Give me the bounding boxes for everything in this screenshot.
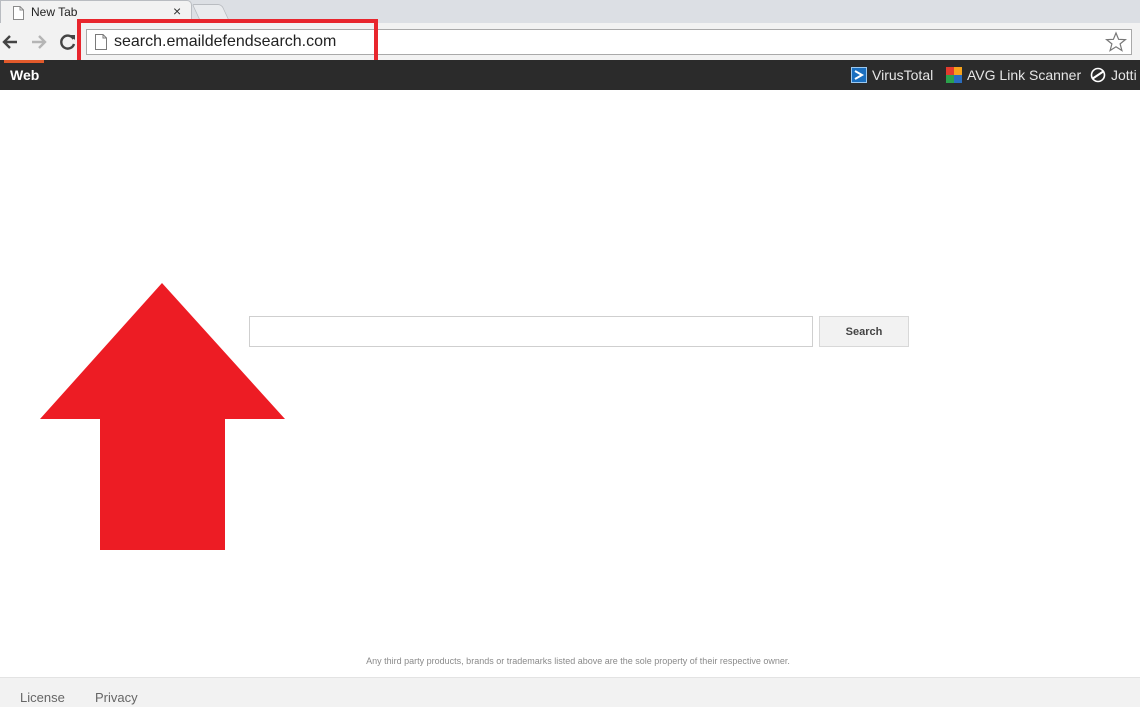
virustotal-icon	[851, 67, 867, 83]
privacy-link[interactable]: Privacy	[95, 690, 138, 705]
back-arrow-icon[interactable]	[0, 32, 20, 52]
page-icon	[13, 6, 24, 20]
trademark-disclaimer: Any third party products, brands or trad…	[366, 656, 790, 666]
virustotal-label: VirusTotal	[872, 67, 934, 83]
search-navbar: Web VirusTotal AVG Link Scanner Jotti	[0, 60, 1140, 90]
close-icon[interactable]: ×	[173, 3, 181, 19]
tab-title: New Tab	[31, 5, 78, 19]
avg-icon	[946, 67, 962, 83]
forward-arrow-icon[interactable]	[29, 32, 49, 52]
jotti-icon	[1090, 67, 1106, 83]
license-link[interactable]: License	[20, 690, 65, 705]
virustotal-link[interactable]: VirusTotal	[851, 66, 933, 84]
search-input[interactable]	[249, 316, 813, 347]
jotti-label: Jotti	[1111, 67, 1137, 83]
reload-icon[interactable]	[58, 32, 78, 52]
search-button[interactable]: Search	[819, 316, 909, 347]
avg-link-scanner-link[interactable]: AVG Link Scanner	[946, 66, 1081, 84]
tab-web-label: Web	[10, 67, 40, 83]
page-footer: License Privacy	[0, 677, 1140, 707]
red-up-arrow	[40, 283, 285, 550]
avg-link-scanner-label: AVG Link Scanner	[967, 67, 1082, 83]
tab-web[interactable]: Web	[4, 60, 44, 90]
bookmark-star-icon[interactable]	[1105, 31, 1127, 53]
browser-window: New Tab × search.emaildefendsearch.com W…	[0, 0, 1140, 707]
jotti-link[interactable]: Jotti	[1090, 66, 1137, 84]
